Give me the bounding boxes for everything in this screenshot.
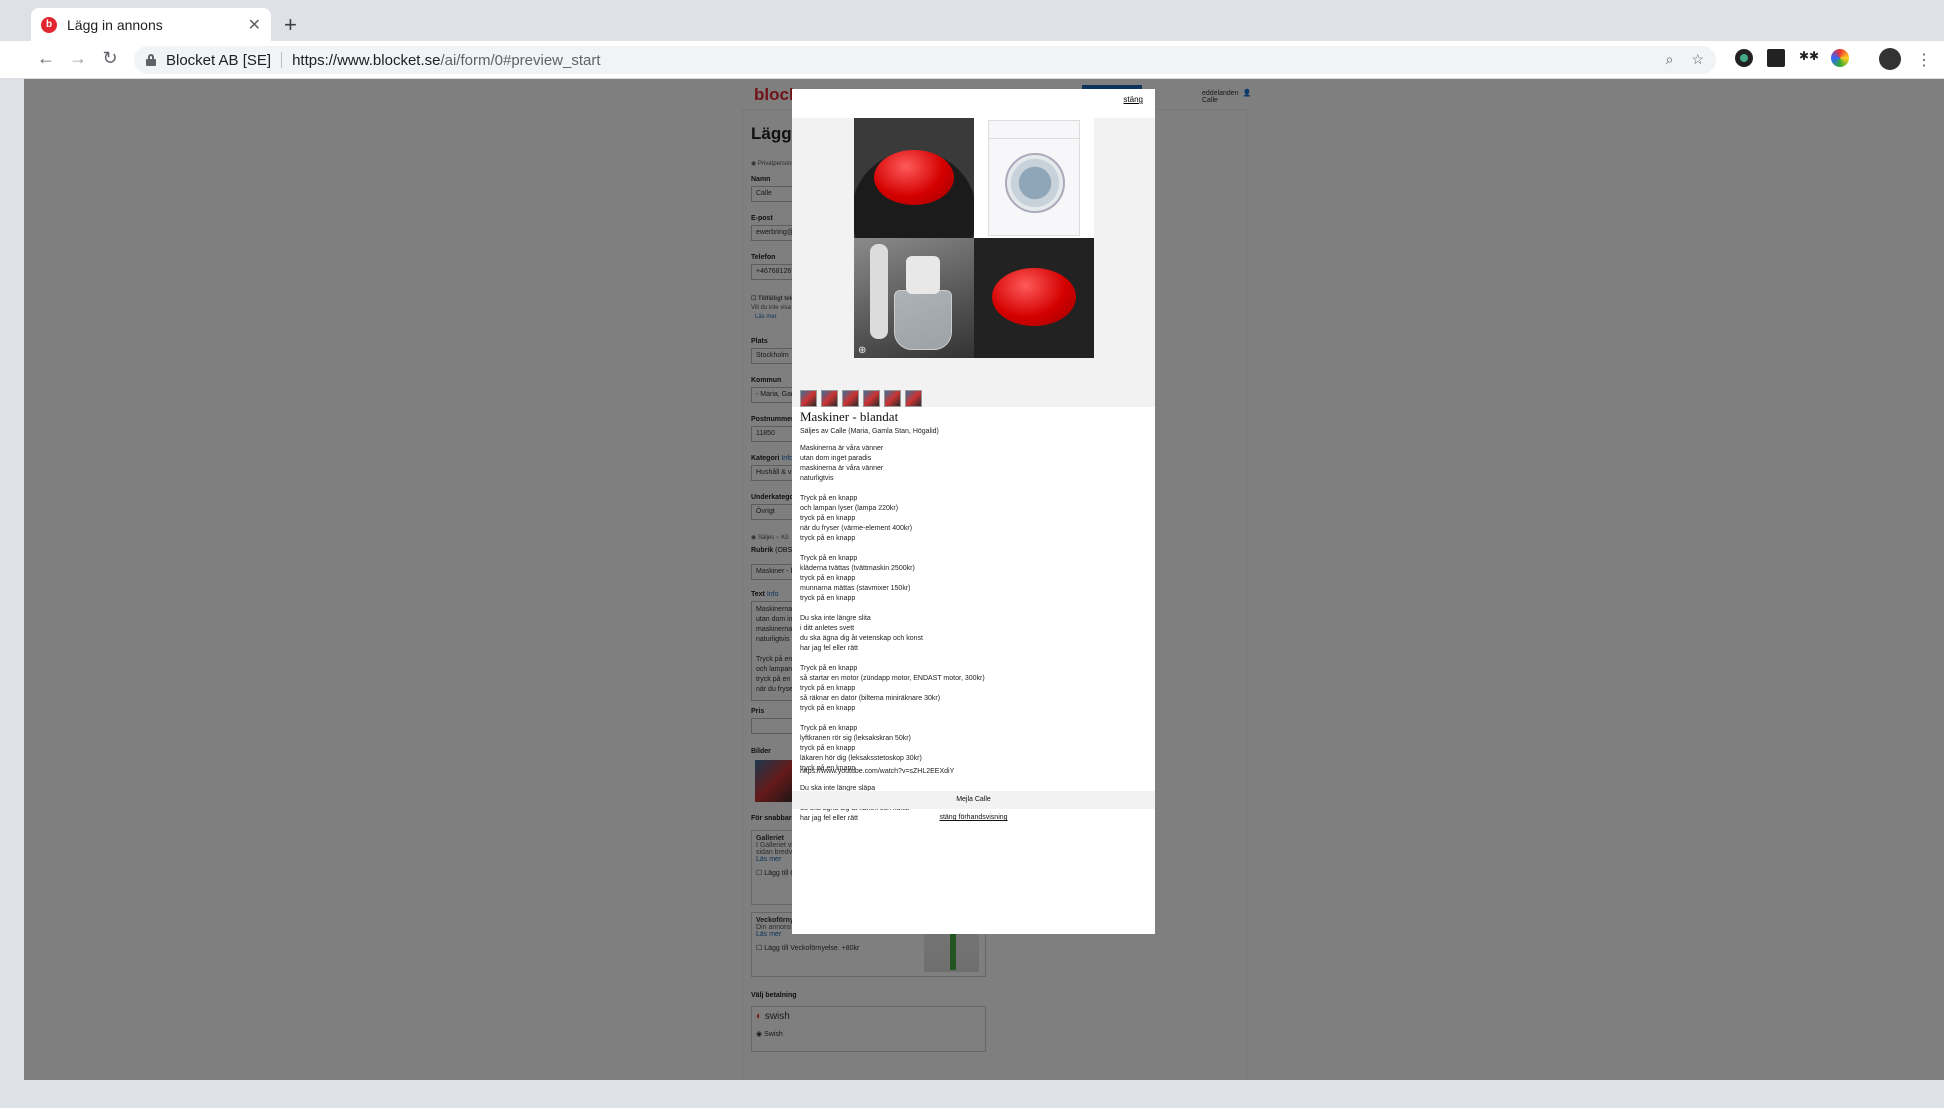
ad-description-line: tryck på en knapp — [800, 575, 856, 582]
zoom-icon[interactable]: ⌕ — [1666, 51, 1674, 68]
browser-tab[interactable]: b Lägg in annons ✕ — [31, 8, 271, 41]
blocket-favicon-icon: b — [41, 16, 57, 33]
gallery-thumbnail[interactable] — [842, 390, 859, 407]
ad-description-line: Tryck på en knapp — [800, 665, 858, 672]
ad-description-line: du ska ägna dig åt vetenskap och konst — [800, 635, 923, 642]
ad-description-line: så startar en motor (zündapp motor, ENDA… — [800, 675, 985, 682]
photo-red-button-2[interactable] — [974, 238, 1094, 358]
bookmark-star-icon[interactable]: ☆ — [1691, 51, 1704, 68]
ad-description-line: Maskinerna är våra vänner — [800, 445, 884, 452]
ad-description-line: så räknar en dator (biltema miniräknare … — [800, 695, 941, 702]
ad-description-line: tryck på en knapp — [800, 535, 856, 542]
gallery-thumbnail[interactable] — [905, 390, 922, 407]
gallery-thumbnail[interactable] — [821, 390, 838, 407]
ad-description: Maskinerna är våra vänner utan dom inget … — [800, 444, 1140, 824]
ad-description-line: Tryck på en knapp — [800, 555, 858, 562]
ad-description-line: lyftkranen rör sig (leksakskran 50kr) — [800, 735, 911, 742]
ad-description-line: Du ska inte längre slita — [800, 615, 871, 622]
reload-icon[interactable]: ↻ — [98, 48, 122, 69]
gallery-thumbnail[interactable] — [863, 390, 880, 407]
ad-description-line: i ditt anletes svett — [800, 625, 855, 632]
url-host: https://www.blocket.se — [292, 51, 441, 69]
ad-description-line: utan dom inget paradis — [800, 455, 872, 462]
gallery-thumbnail[interactable] — [800, 390, 817, 407]
ad-seller: Säljes av Calle (Maria, Gamla Stan, Höga… — [800, 428, 939, 435]
ad-description-line: munnarna mättas (stavmixer 150kr) — [800, 585, 911, 592]
site-identity: Blocket AB [SE] — [166, 51, 272, 69]
ad-title: Maskiner - blandat — [800, 409, 899, 424]
ad-description-line: har jag fel eller rätt — [800, 645, 858, 652]
tab-title: Lägg in annons — [67, 16, 163, 33]
photo-red-button[interactable] — [854, 118, 974, 238]
ad-description-line: när du fryser (värme-element 400kr) — [800, 525, 913, 532]
page-viewport: blocket eddelanden 👤 Calle Lägg in ◉ Pri… — [24, 79, 1944, 1080]
ad-description-line: tryck på en knapp — [800, 745, 856, 752]
ad-description-line: tryck på en knapp — [800, 685, 856, 692]
forward-icon[interactable]: → — [66, 48, 90, 69]
back-icon[interactable]: ← — [34, 48, 58, 69]
image-gallery: ⊕ — [792, 118, 1155, 407]
new-tab-icon[interactable]: + — [284, 12, 297, 38]
photo-hand-blender[interactable]: ⊕ — [854, 238, 974, 358]
browser-toolbar: ← → ↻ Blocket AB [SE] https://www.blocke… — [0, 41, 1944, 79]
omnibox-separator — [281, 52, 283, 68]
extension-1-icon[interactable] — [1735, 49, 1753, 67]
ad-description-line: Tryck på en knapp — [800, 725, 858, 732]
profile-avatar[interactable] — [1879, 48, 1901, 70]
close-preview-link[interactable]: stäng förhandsvisning — [792, 814, 1155, 821]
ad-description-line: naturligtvis — [800, 475, 834, 482]
zoom-icon[interactable]: ⊕ — [858, 345, 866, 356]
browser-menu-icon[interactable]: ⋮ — [1916, 50, 1932, 70]
gallery-thumbnail[interactable] — [884, 390, 901, 407]
ad-description-line: läkaren hör dig (leksaksstetoskop 30kr) — [800, 755, 922, 762]
address-bar[interactable]: Blocket AB [SE] https://www.blocket.se/a… — [134, 46, 1716, 74]
contact-button[interactable]: Mejla Calle — [792, 791, 1155, 809]
close-link[interactable]: stäng — [1123, 95, 1143, 104]
ad-description-line: tryck på en knapp — [800, 515, 856, 522]
extension-2-icon[interactable] — [1767, 49, 1785, 67]
photo-washing-machine[interactable] — [974, 118, 1094, 238]
ad-description-line: Tryck på en knapp — [800, 495, 858, 502]
thumbnail-strip — [800, 390, 922, 407]
ad-description-line: och lampan lyser (lampa 220kr) — [800, 505, 899, 512]
close-tab-icon[interactable]: ✕ — [248, 15, 261, 35]
ad-preview-modal: stäng ⊕ Maskiner - blandat Säljes av Cal… — [792, 89, 1155, 934]
url-path: /ai/form/0#preview_start — [440, 51, 601, 69]
browser-tabstrip: b Lägg in annons ✕ + — [0, 0, 1944, 41]
ad-description-line: tryck på en knapp — [800, 705, 856, 712]
ad-youtube-link[interactable]: https://www.youtube.com/watch?v=sZHL2EEX… — [800, 768, 954, 775]
ad-description-line: kläderna tvättas (tvättmaskin 2500kr) — [800, 565, 915, 572]
extension-4-icon[interactable] — [1831, 49, 1849, 67]
extension-3-icon[interactable]: ✱✱ — [1799, 49, 1819, 67]
ad-description-line: maskinerna är våra vänner — [800, 465, 884, 472]
ad-description-line: tryck på en knapp — [800, 595, 856, 602]
lock-icon — [146, 54, 156, 66]
